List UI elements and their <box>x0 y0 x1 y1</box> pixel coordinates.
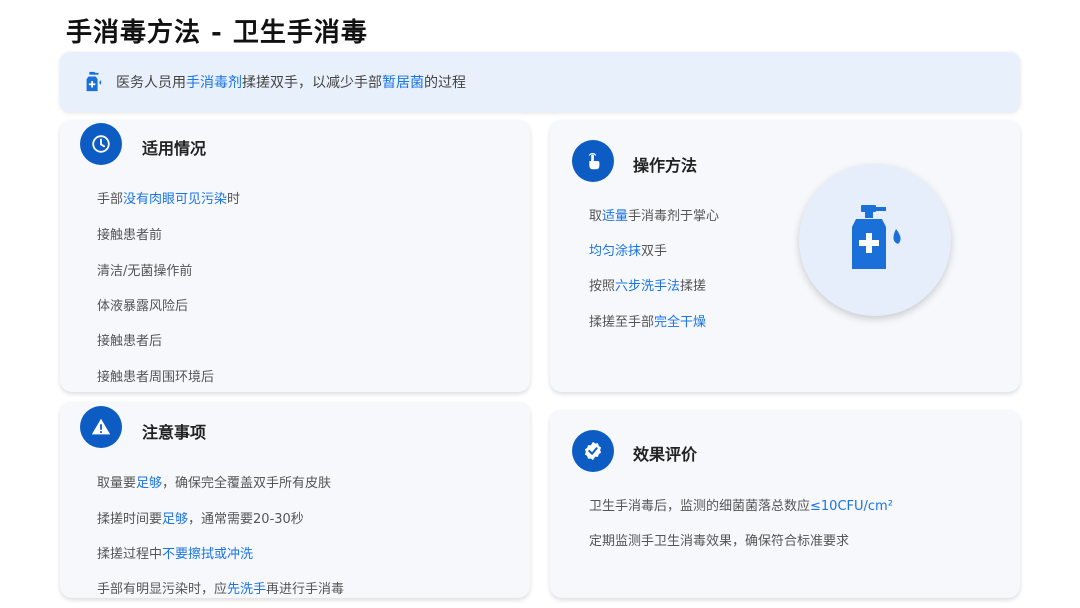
sanitizer-bottle-icon <box>82 71 104 93</box>
evaluation-item: 卫生手消毒后，监测的细菌菌落总数应≤10CFU/cm² <box>589 499 893 514</box>
notes-item: 揉搓过程中不要擦拭或冲洗 <box>97 547 254 562</box>
usage-item: 接触患者前 <box>97 228 163 243</box>
usage-card: 适用情况 手部没有肉眼可见污染时 接触患者前 清洁/无菌操作前 体液暴露风险后 … <box>60 120 530 392</box>
definition-banner: 医务人员用手消毒剂揉搓双手，以减少手部暂居菌的过程 <box>60 52 1020 112</box>
method-item: 按照六步洗手法揉搓 <box>589 279 707 294</box>
banner-text-part: 的过程 <box>424 75 466 91</box>
banner-text-part: 揉搓双手，以减少手部 <box>242 75 382 91</box>
sanitizer-bottle-icon <box>844 205 906 275</box>
banner-text-part: 医务人员用 <box>116 75 186 91</box>
usage-item: 手部没有肉眼可见污染时 <box>97 192 241 207</box>
method-card: 操作方法 取适量手消毒剂于掌心 均匀涂抹双手 按照六步洗手法揉搓 揉搓至手部完全… <box>550 120 1020 392</box>
usage-title: 适用情况 <box>142 139 207 158</box>
notes-item: 手部有明显污染时，应先洗手再进行手消毒 <box>97 582 345 597</box>
method-item: 均匀涂抹双手 <box>589 244 668 259</box>
sanitizer-illustration <box>799 164 951 316</box>
evaluation-item: 定期监测手卫生消毒效果，确保符合标准要求 <box>589 534 850 549</box>
verified-check-icon <box>572 430 614 472</box>
banner-highlight: 手消毒剂 <box>186 75 242 91</box>
method-item: 揉搓至手部完全干燥 <box>589 315 707 330</box>
clock-icon <box>80 123 122 165</box>
usage-item: 清洁/无菌操作前 <box>97 264 193 279</box>
banner-text: 医务人员用手消毒剂揉搓双手，以减少手部暂居菌的过程 <box>116 72 466 92</box>
usage-item: 接触患者周围环境后 <box>97 370 215 385</box>
notes-card: 注意事项 取量要足够，确保完全覆盖双手所有皮肤 揉搓时间要足够，通常需要20-3… <box>60 402 530 598</box>
notes-item: 揉搓时间要足够，通常需要20-30秒 <box>97 512 304 527</box>
evaluation-title: 效果评价 <box>633 445 698 464</box>
usage-item: 体液暴露风险后 <box>97 299 189 314</box>
notes-title: 注意事项 <box>142 423 207 442</box>
method-item: 取适量手消毒剂于掌心 <box>589 209 720 224</box>
page-title: 手消毒方法 - 卫生手消毒 <box>66 18 368 48</box>
hand-touch-icon <box>572 140 614 182</box>
evaluation-card: 效果评价 卫生手消毒后，监测的细菌菌落总数应≤10CFU/cm² 定期监测手卫生… <box>550 410 1020 598</box>
warning-icon <box>80 406 122 448</box>
method-title: 操作方法 <box>633 156 698 175</box>
notes-item: 取量要足够，确保完全覆盖双手所有皮肤 <box>97 476 332 491</box>
banner-highlight: 暂居菌 <box>382 75 424 91</box>
usage-item: 接触患者后 <box>97 334 163 349</box>
